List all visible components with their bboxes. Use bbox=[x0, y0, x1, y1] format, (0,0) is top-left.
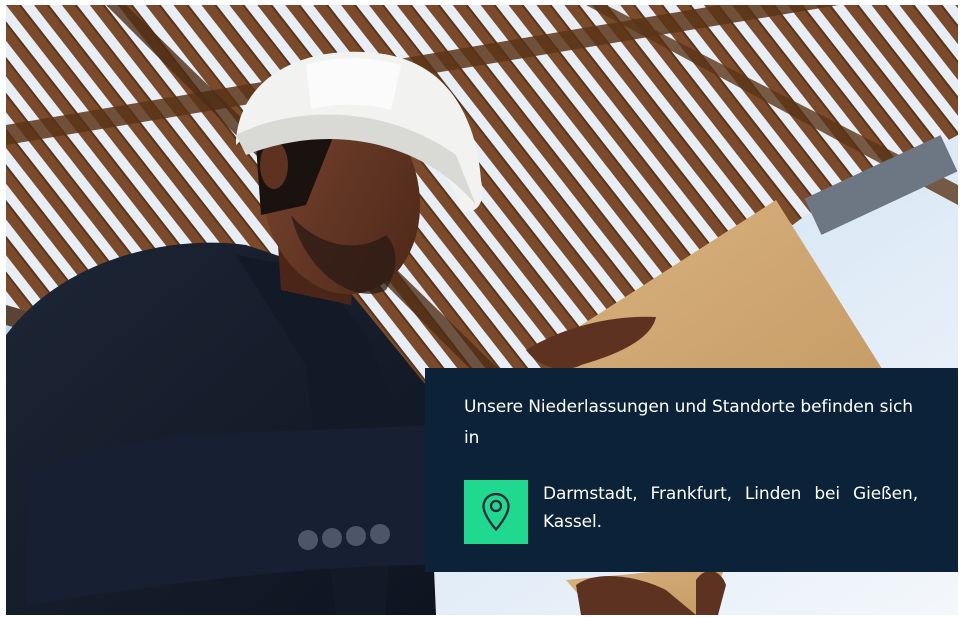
locations-heading: Unsere Niederlassungen und Standorte bef… bbox=[464, 397, 913, 448]
locations-card: Unsere Niederlassungen und Standorte bef… bbox=[425, 368, 958, 572]
locations-row: Darmstadt, Frankfurt, Linden bei Gießen,… bbox=[464, 480, 918, 544]
location-pin-icon bbox=[464, 480, 528, 544]
locations-list: Darmstadt, Frankfurt, Linden bei Gießen,… bbox=[543, 484, 918, 532]
